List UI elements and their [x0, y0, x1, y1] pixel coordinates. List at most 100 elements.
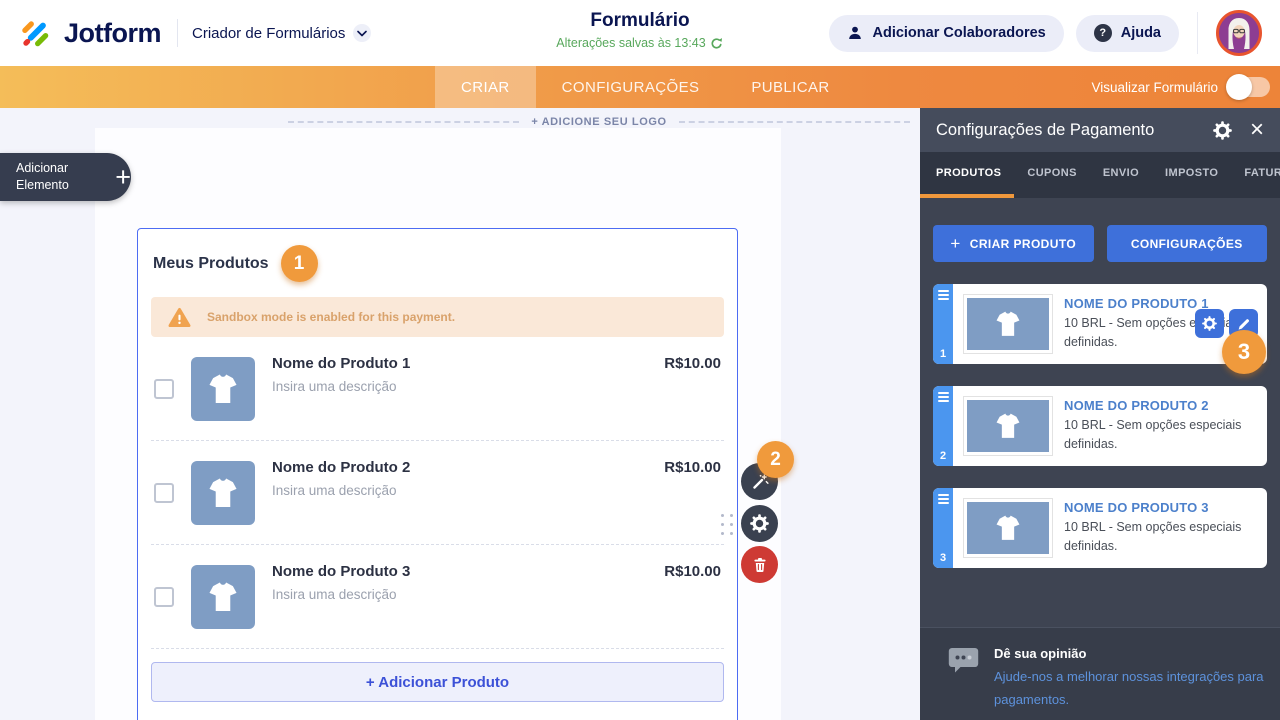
feedback-section: Dê sua opinião Ajude-nos a melhorar noss…: [920, 627, 1280, 720]
product-checkbox[interactable]: [154, 378, 174, 399]
payment-field-card[interactable]: Meus Produtos 1 Sandbox mode is enabled …: [137, 228, 738, 720]
panel-actions: + CRIAR PRODUTO CONFIGURAÇÕES: [920, 198, 1280, 262]
add-logo-label: + ADICIONE SEU LOGO: [531, 116, 667, 128]
builder-nav-tabs: CRIAR CONFIGURAÇÕES PUBLICAR: [435, 66, 856, 108]
jotform-logo-icon: [22, 21, 49, 47]
product-image: [191, 356, 255, 421]
product-texts: Nome do Produto 2 Insira uma descrição: [272, 459, 647, 498]
product-description[interactable]: Insira uma descrição: [272, 587, 647, 602]
tab-imposto[interactable]: IMPOSTO: [1152, 152, 1231, 198]
create-product-label: CRIAR PRODUTO: [969, 236, 1077, 251]
product-card-info: 10 BRL - Sem opções especiais definidas.: [1064, 520, 1242, 553]
delete-button[interactable]: [741, 546, 778, 583]
close-icon[interactable]: ×: [1250, 118, 1264, 142]
feedback-link[interactable]: Ajude-nos a melhorar nossas integrações …: [994, 666, 1264, 712]
help-label: Ajuda: [1120, 25, 1161, 41]
chat-bubble-icon: [948, 648, 979, 673]
drag-handle-icon: [937, 392, 949, 402]
panel-header: Configurações de Pagamento ×: [920, 108, 1280, 152]
panel-tabs: PRODUTOS CUPONS ENVIO IMPOSTO FATURA: [920, 152, 1280, 198]
product-description[interactable]: Insira uma descrição: [272, 483, 647, 498]
tab-configuracoes[interactable]: CONFIGURAÇÕES: [536, 66, 726, 108]
plus-icon: +: [950, 233, 961, 253]
product-thumbnail: [963, 396, 1053, 456]
add-element-button[interactable]: Adicionar Elemento +: [0, 153, 131, 201]
trash-icon: [753, 557, 766, 572]
warning-icon: [168, 307, 191, 327]
product-image: [191, 564, 255, 629]
jotform-logo[interactable]: Jotform: [18, 16, 162, 50]
plus-icon: +: [115, 161, 131, 192]
product-position: 3: [939, 552, 947, 564]
add-logo-row[interactable]: + ADICIONE SEU LOGO: [288, 116, 910, 128]
builder-navbar: CRIAR CONFIGURAÇÕES PUBLICAR Visualizar …: [0, 66, 1280, 108]
panel-product-card-1[interactable]: 1 NOME DO PRODUTO 1 10 BRL - Sem opções …: [933, 284, 1267, 364]
panel-title: Configurações de Pagamento: [936, 120, 1155, 139]
drag-handle-icon: [937, 494, 949, 504]
field-title[interactable]: Meus Produtos: [153, 255, 269, 273]
product-name[interactable]: Nome do Produto 1: [272, 355, 647, 372]
form-canvas: + ADICIONE SEU LOGO Adicionar Elemento +…: [0, 108, 920, 720]
product-card-name: NOME DO PRODUTO 2: [1064, 398, 1209, 414]
panel-product-card-3[interactable]: 3 NOME DO PRODUTO 3 10 BRL - Sem opções …: [933, 488, 1267, 568]
tab-publicar[interactable]: PUBLICAR: [725, 66, 855, 108]
tab-envio[interactable]: ENVIO: [1090, 152, 1152, 198]
header-divider: [177, 19, 178, 47]
tab-produtos[interactable]: PRODUTOS: [920, 152, 1015, 198]
product-name[interactable]: Nome do Produto 2: [272, 459, 647, 476]
product-checkbox[interactable]: [154, 482, 174, 503]
settings-button[interactable]: CONFIGURAÇÕES: [1106, 225, 1267, 262]
product-texts: Nome do Produto 3 Insira uma descrição: [272, 563, 647, 602]
tab-criar[interactable]: CRIAR: [435, 66, 536, 108]
feedback-texts: Dê sua opinião Ajude-nos a melhorar noss…: [994, 646, 1264, 720]
save-status-text: Alterações salvas às 13:43: [556, 36, 706, 50]
help-button[interactable]: ? Ajuda: [1075, 14, 1179, 52]
properties-button[interactable]: [741, 505, 778, 542]
product-card-texts: NOME DO PRODUTO 3 10 BRL - Sem opções es…: [1064, 500, 1259, 556]
panel-product-card-2[interactable]: 2 NOME DO PRODUTO 2 10 BRL - Sem opções …: [933, 386, 1267, 466]
product-thumbnail: [963, 294, 1053, 354]
tab-fatura[interactable]: FATURA: [1231, 152, 1280, 198]
product-drag-strip[interactable]: 2: [933, 386, 953, 466]
payment-settings-panel: Configurações de Pagamento × PRODUTOS CU…: [920, 108, 1280, 720]
sandbox-warning: Sandbox mode is enabled for this payment…: [151, 297, 724, 337]
question-mark-icon: ?: [1093, 24, 1112, 42]
step-badge-3: 3: [1222, 330, 1266, 374]
avatar-illustration: [1219, 13, 1259, 53]
product-switcher-label: Criador de Formulários: [192, 24, 346, 42]
panel-gear-button[interactable]: [1212, 120, 1232, 140]
header-actions: Adicionar Colaboradores ? Ajuda: [829, 10, 1262, 56]
add-collaborators-label: Adicionar Colaboradores: [872, 25, 1046, 41]
product-settings-button[interactable]: [1195, 309, 1224, 338]
product-row-1: Nome do Produto 1 Insira uma descrição R…: [151, 337, 724, 441]
form-title[interactable]: Formulário: [556, 10, 723, 32]
preview-form-toggle[interactable]: [1226, 74, 1270, 100]
product-name[interactable]: Nome do Produto 3: [272, 563, 647, 580]
add-product-button[interactable]: + Adicionar Produto: [151, 662, 724, 702]
tab-cupons[interactable]: CUPONS: [1014, 152, 1089, 198]
product-price: R$10.00: [664, 459, 721, 476]
product-row-3: Nome do Produto 3 Insira uma descrição R…: [151, 545, 724, 649]
save-status: Alterações salvas às 13:43: [556, 36, 723, 50]
product-texts: Nome do Produto 1 Insira uma descrição: [272, 355, 647, 394]
add-collaborators-button[interactable]: Adicionar Colaboradores: [829, 14, 1064, 52]
product-card-texts: NOME DO PRODUTO 2 10 BRL - Sem opções es…: [1064, 398, 1259, 454]
drag-handle[interactable]: [721, 514, 734, 536]
product-drag-strip[interactable]: 3: [933, 488, 953, 568]
undo-icon[interactable]: [711, 37, 724, 50]
sandbox-warning-text: Sandbox mode is enabled for this payment…: [207, 310, 456, 324]
add-element-label: Adicionar Elemento: [16, 161, 69, 192]
dashed-line: [288, 121, 520, 123]
product-checkbox[interactable]: [154, 586, 174, 607]
create-product-button[interactable]: + CRIAR PRODUTO: [933, 225, 1094, 262]
user-avatar[interactable]: [1216, 10, 1262, 56]
product-switcher[interactable]: Criador de Formulários: [192, 24, 372, 42]
product-price: R$10.00: [664, 355, 721, 372]
product-drag-strip[interactable]: 1: [933, 284, 953, 364]
feedback-title: Dê sua opinião: [994, 646, 1087, 661]
product-card-name: NOME DO PRODUTO 3: [1064, 500, 1209, 516]
person-icon: [849, 26, 862, 39]
product-description[interactable]: Insira uma descrição: [272, 379, 647, 394]
top-header: Jotform Criador de Formulários Formulári…: [0, 0, 1280, 66]
product-card-info: 10 BRL - Sem opções especiais definidas.: [1064, 418, 1242, 451]
